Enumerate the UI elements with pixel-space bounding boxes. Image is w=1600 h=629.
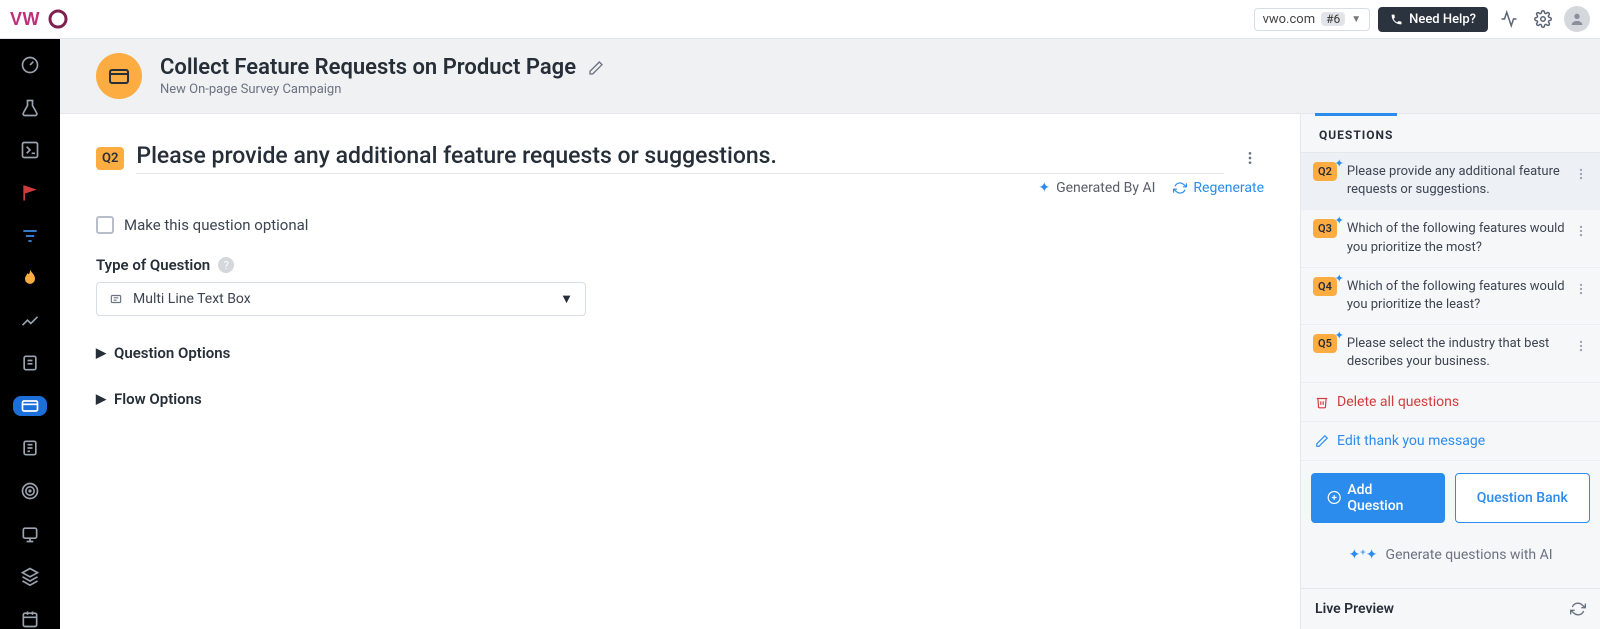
nav-surveys[interactable] — [13, 396, 47, 417]
page-subtitle: New On-page Survey Campaign — [160, 82, 604, 97]
domain-selector[interactable]: vwo.com #6 ▼ — [1254, 8, 1371, 31]
edit-title-icon[interactable] — [588, 60, 604, 76]
nav-heatmap[interactable] — [13, 268, 47, 289]
sparkle-icon: ✦ — [1335, 214, 1344, 227]
nav-funnel[interactable] — [13, 225, 47, 246]
question-item-menu[interactable] — [1568, 218, 1594, 244]
sparkles-icon: ✦⁺✦ — [1348, 547, 1377, 563]
refresh-preview-icon[interactable] — [1570, 601, 1586, 617]
question-number-badge: Q5 — [1313, 334, 1337, 353]
page-header: Collect Feature Requests on Product Page… — [60, 39, 1600, 114]
optional-checkbox-row[interactable]: Make this question optional — [96, 216, 1264, 234]
question-options-toggle[interactable]: ▶ Question Options — [96, 344, 1264, 362]
flow-options-toggle[interactable]: ▶ Flow Options — [96, 390, 1264, 408]
questions-tab[interactable]: QUESTIONS — [1315, 113, 1397, 152]
question-list-item[interactable]: Q4 ✦ Which of the following features wou… — [1301, 268, 1600, 325]
plus-circle-icon — [1327, 490, 1341, 505]
chevron-down-icon: ▼ — [560, 291, 573, 307]
nav-goals[interactable] — [13, 481, 47, 502]
question-list: Q2 ✦ Please provide any additional featu… — [1301, 153, 1600, 383]
question-text-input[interactable]: Please provide any additional feature re… — [136, 142, 1224, 174]
sparkle-icon: ✦ — [1335, 157, 1344, 170]
domain-badge: #6 — [1321, 12, 1345, 26]
question-type-value: Multi Line Text Box — [133, 291, 251, 307]
nav-layers[interactable] — [13, 566, 47, 587]
question-text: Please provide any additional feature re… — [1347, 163, 1588, 199]
question-badge-wrap: Q5 ✦ — [1313, 335, 1337, 351]
svg-text:VW: VW — [10, 9, 40, 29]
question-number-badge: Q3 — [1313, 219, 1337, 238]
generated-by-ai-label: ✦ Generated By AI — [1038, 180, 1155, 196]
activity-icon[interactable] — [1496, 6, 1522, 32]
user-avatar[interactable] — [1564, 6, 1590, 32]
left-nav-rail — [0, 39, 60, 629]
question-text: Which of the following features would yo… — [1347, 220, 1588, 256]
type-of-question-label: Type of Question — [96, 256, 210, 274]
nav-dashboard[interactable] — [13, 55, 47, 76]
need-help-button[interactable]: Need Help? — [1378, 7, 1488, 32]
nav-testing[interactable] — [13, 98, 47, 119]
question-item-menu[interactable] — [1568, 276, 1594, 302]
delete-all-questions[interactable]: Delete all questions — [1301, 383, 1600, 422]
question-text: Which of the following features would yo… — [1347, 278, 1588, 314]
nav-deploy[interactable] — [13, 523, 47, 544]
question-bank-button[interactable]: Question Bank — [1455, 473, 1591, 523]
sparkle-icon: ✦ — [1335, 272, 1344, 285]
phone-icon — [1390, 13, 1403, 26]
question-badge-wrap: Q3 ✦ — [1313, 220, 1337, 236]
question-type-select[interactable]: Multi Line Text Box ▼ — [96, 282, 586, 316]
nav-forms[interactable] — [13, 438, 47, 459]
caret-right-icon: ▶ — [96, 392, 106, 407]
sparkle-icon: ✦ — [1335, 329, 1344, 342]
caret-right-icon: ▶ — [96, 346, 106, 361]
generate-with-ai-button[interactable]: ✦⁺✦ Generate questions with AI — [1301, 535, 1600, 579]
pencil-icon — [1315, 434, 1329, 448]
domain-name: vwo.com — [1263, 12, 1316, 27]
right-panel: QUESTIONS Q2 ✦ Please provide any additi… — [1300, 114, 1600, 629]
question-more-menu[interactable] — [1236, 144, 1264, 172]
trash-icon — [1315, 395, 1329, 409]
top-bar: VW vwo.com #6 ▼ Need Help? — [0, 0, 1600, 39]
question-editor: Q2 Please provide any additional feature… — [60, 114, 1300, 629]
question-list-item[interactable]: Q2 ✦ Please provide any additional featu… — [1301, 153, 1600, 210]
help-icon[interactable]: ? — [218, 257, 234, 273]
nav-pages[interactable] — [13, 353, 47, 374]
question-item-menu[interactable] — [1568, 333, 1594, 359]
vwo-logo[interactable]: VW — [10, 8, 68, 30]
edit-thank-you-message[interactable]: Edit thank you message — [1301, 422, 1600, 461]
add-question-button[interactable]: Add Question — [1311, 473, 1445, 523]
optional-checkbox[interactable] — [96, 216, 114, 234]
question-item-menu[interactable] — [1568, 161, 1594, 187]
nav-editor[interactable] — [13, 140, 47, 161]
sparkle-icon: ✦ — [1038, 180, 1050, 196]
settings-icon[interactable] — [1530, 6, 1556, 32]
nav-analytics[interactable] — [13, 310, 47, 331]
nav-flag[interactable] — [13, 183, 47, 204]
question-list-item[interactable]: Q3 ✦ Which of the following features wou… — [1301, 210, 1600, 267]
page-title: Collect Feature Requests on Product Page — [160, 55, 576, 80]
question-badge-wrap: Q2 ✦ — [1313, 163, 1337, 179]
optional-checkbox-label: Make this question optional — [124, 216, 308, 234]
refresh-icon — [1173, 181, 1187, 195]
right-panel-tabs: QUESTIONS — [1301, 114, 1600, 153]
question-number-badge: Q4 — [1313, 277, 1337, 296]
regenerate-button[interactable]: Regenerate — [1173, 180, 1264, 196]
question-text: Please select the industry that best des… — [1347, 335, 1588, 371]
question-number-badge: Q2 — [1313, 162, 1337, 181]
nav-calendar[interactable] — [13, 609, 47, 629]
question-badge-wrap: Q4 ✦ — [1313, 278, 1337, 294]
chevron-down-icon: ▼ — [1351, 14, 1361, 25]
question-list-item[interactable]: Q5 ✦ Please select the industry that bes… — [1301, 325, 1600, 382]
textbox-icon — [109, 292, 123, 306]
survey-type-icon — [96, 53, 142, 99]
live-preview-header[interactable]: Live Preview — [1301, 588, 1600, 629]
question-number-badge: Q2 — [96, 147, 124, 170]
